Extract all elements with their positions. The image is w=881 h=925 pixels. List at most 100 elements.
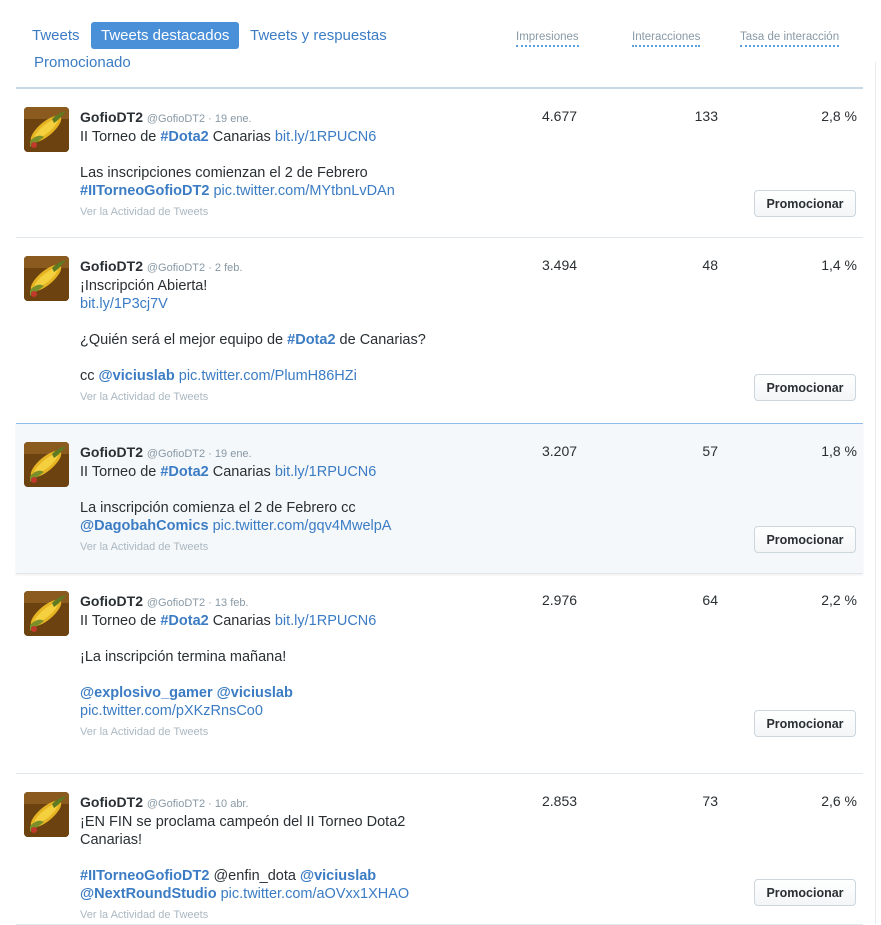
tweet-text: II Torneo de #Dota2 Canarias bit.ly/1RPU… bbox=[80, 128, 460, 200]
tweet-text-segment: II Torneo de bbox=[80, 129, 161, 145]
tab-promocionado[interactable]: Promocionado bbox=[34, 49, 131, 76]
tweet-link[interactable]: bit.ly/1P3cj7V bbox=[80, 296, 168, 312]
author-handle-date[interactable]: @GofioDT2 · 13 feb. bbox=[147, 597, 249, 609]
tweet-hashtag[interactable]: #Dota2 bbox=[160, 464, 208, 480]
tweet-mention[interactable]: @DagobahComics bbox=[80, 518, 209, 534]
engagement-rate-value: 1,4 % bbox=[821, 257, 857, 273]
impressions-value: 4.677 bbox=[542, 108, 578, 124]
tweet-link[interactable]: bit.ly/1RPUCN6 bbox=[275, 613, 377, 629]
promote-button[interactable]: Promocionar bbox=[754, 374, 856, 401]
tweet-hashtag[interactable]: #Dota2 bbox=[287, 332, 335, 348]
avatar[interactable] bbox=[24, 107, 69, 152]
tweet-text: II Torneo de #Dota2 Canarias bit.ly/1RPU… bbox=[80, 463, 460, 535]
tweet-hashtag[interactable]: #IITorneoGofioDT2 bbox=[80, 183, 209, 199]
view-tweet-activity-link[interactable]: Ver la Actividad de Tweets bbox=[80, 540, 460, 554]
tweet-row[interactable]: GofioDT2 @GofioDT2 · 19 ene. II Torneo d… bbox=[16, 423, 863, 574]
author-handle-date[interactable]: @GofioDT2 · 10 abr. bbox=[147, 798, 249, 810]
tweet-text-segment: ¡EN FIN se proclama campeón del II Torne… bbox=[80, 814, 406, 830]
tweet-hashtag[interactable]: #Dota2 bbox=[160, 129, 208, 145]
tweet-row[interactable]: GofioDT2 @GofioDT2 · 2 feb. ¡Inscripción… bbox=[16, 238, 863, 424]
tweet-hashtag[interactable]: #Dota2 bbox=[160, 613, 208, 629]
scrollbar-track[interactable] bbox=[875, 62, 876, 924]
avatar[interactable] bbox=[24, 256, 69, 301]
avatar[interactable] bbox=[24, 591, 69, 636]
tweet-text-segment: Canarias bbox=[208, 129, 275, 145]
column-header-engagement-rate[interactable]: Tasa de interacción bbox=[740, 30, 840, 47]
avatar[interactable] bbox=[24, 442, 69, 487]
tweet-row[interactable]: GofioDT2 @GofioDT2 · 13 feb. II Torneo d… bbox=[16, 573, 863, 774]
corn-avatar-icon bbox=[24, 792, 69, 837]
tweet-mention[interactable]: @viciuslab bbox=[99, 368, 175, 384]
tweet-content: GofioDT2 @GofioDT2 · 19 ene. II Torneo d… bbox=[80, 443, 460, 554]
tab-tweets-y-respuestas[interactable]: Tweets y respuestas bbox=[250, 22, 387, 49]
author-name[interactable]: GofioDT2 bbox=[80, 444, 143, 460]
author-handle-date[interactable]: @GofioDT2 · 19 ene. bbox=[147, 448, 252, 460]
tweet-content: GofioDT2 @GofioDT2 · 19 ene. II Torneo d… bbox=[80, 108, 460, 219]
impressions-value: 3.494 bbox=[542, 257, 578, 273]
author-handle-date[interactable]: @GofioDT2 · 19 ene. bbox=[147, 113, 252, 125]
tweet-hashtag[interactable]: #IITorneoGofioDT2 bbox=[80, 868, 209, 884]
promote-button[interactable]: Promocionar bbox=[754, 190, 856, 217]
column-header-impressions[interactable]: Impresiones bbox=[516, 30, 579, 47]
tweet-text-line: Las inscripciones comienzan el 2 de Febr… bbox=[80, 164, 460, 182]
tweet-text-segment: Canarias! bbox=[80, 832, 143, 848]
interactions-value: 73 bbox=[702, 793, 718, 809]
view-tweet-activity-link[interactable]: Ver la Actividad de Tweets bbox=[80, 390, 460, 404]
tweet-link[interactable]: bit.ly/1RPUCN6 bbox=[275, 129, 377, 145]
column-header-interactions[interactable]: Interacciones bbox=[632, 30, 701, 47]
tweet-row[interactable]: GofioDT2 @GofioDT2 · 10 abr. ¡EN FIN se … bbox=[16, 774, 863, 925]
interactions-value: 57 bbox=[702, 443, 718, 459]
tweet-text-line: II Torneo de #Dota2 Canarias bit.ly/1RPU… bbox=[80, 128, 460, 146]
tweet-link[interactable]: pic.twitter.com/aOVxx1XHAO bbox=[221, 886, 410, 902]
tweet-text-line: @NextRoundStudio pic.twitter.com/aOVxx1X… bbox=[80, 885, 460, 903]
tweet-mention[interactable]: @explosivo_gamer bbox=[80, 685, 213, 701]
tweet-text-line: II Torneo de #Dota2 Canarias bit.ly/1RPU… bbox=[80, 612, 460, 630]
tweet-mention[interactable]: @NextRoundStudio bbox=[80, 886, 217, 902]
tab-tweets[interactable]: Tweets bbox=[32, 22, 80, 49]
author-handle-date[interactable]: @GofioDT2 · 2 feb. bbox=[147, 262, 243, 274]
view-tweet-activity-link[interactable]: Ver la Actividad de Tweets bbox=[80, 908, 460, 922]
tweet-text-segment: Canarias bbox=[208, 613, 275, 629]
tweet-text-line: ¡EN FIN se proclama campeón del II Torne… bbox=[80, 813, 460, 831]
tweet-text-line: ¿Quién será el mejor equipo de #Dota2 de… bbox=[80, 331, 460, 349]
view-tweet-activity-link[interactable]: Ver la Actividad de Tweets bbox=[80, 205, 460, 219]
author-name[interactable]: GofioDT2 bbox=[80, 258, 143, 274]
engagement-rate-value: 2,8 % bbox=[821, 108, 857, 124]
tweet-text: ¡EN FIN se proclama campeón del II Torne… bbox=[80, 813, 460, 903]
tweet-author-line: GofioDT2 @GofioDT2 · 2 feb. bbox=[80, 257, 460, 277]
author-name[interactable]: GofioDT2 bbox=[80, 593, 143, 609]
author-name[interactable]: GofioDT2 bbox=[80, 109, 143, 125]
tweet-text-segment: ¡Inscripción Abierta! bbox=[80, 278, 208, 294]
tweet-text-line: #IITorneoGofioDT2 pic.twitter.com/MYtbnL… bbox=[80, 182, 460, 200]
tweet-text-segment: La inscripción comienza el 2 de Febrero … bbox=[80, 500, 356, 516]
promote-button[interactable]: Promocionar bbox=[754, 526, 856, 553]
author-name[interactable]: GofioDT2 bbox=[80, 794, 143, 810]
avatar[interactable] bbox=[24, 792, 69, 837]
corn-avatar-icon bbox=[24, 107, 69, 152]
tweet-mention[interactable]: @viciuslab bbox=[217, 685, 293, 701]
tweet-mention[interactable]: @viciuslab bbox=[300, 868, 376, 884]
tweet-link[interactable]: pic.twitter.com/pXKzRnsCo0 bbox=[80, 703, 263, 719]
engagement-rate-value: 2,2 % bbox=[821, 592, 857, 608]
tweet-text-segment: ¿Quién será el mejor equipo de bbox=[80, 332, 288, 348]
tab-tweets-destacados[interactable]: Tweets destacados bbox=[91, 22, 240, 49]
tweet-link[interactable]: pic.twitter.com/gqv4MwelpA bbox=[213, 518, 392, 534]
tweet-link[interactable]: pic.twitter.com/MYtbnLvDAn bbox=[213, 183, 394, 199]
promote-button[interactable]: Promocionar bbox=[754, 710, 856, 737]
tweet-link[interactable]: pic.twitter.com/PlumH86HZi bbox=[179, 368, 357, 384]
tweet-content: GofioDT2 @GofioDT2 · 10 abr. ¡EN FIN se … bbox=[80, 793, 460, 922]
tweet-row[interactable]: GofioDT2 @GofioDT2 · 19 ene. II Torneo d… bbox=[16, 89, 863, 238]
tweet-content: GofioDT2 @GofioDT2 · 13 feb. II Torneo d… bbox=[80, 592, 460, 739]
corn-avatar-icon bbox=[24, 442, 69, 487]
interactions-value: 133 bbox=[694, 108, 718, 124]
tweet-author-line: GofioDT2 @GofioDT2 · 19 ene. bbox=[80, 443, 460, 463]
tweet-text-line: Canarias! bbox=[80, 831, 460, 849]
tweet-link[interactable]: bit.ly/1RPUCN6 bbox=[275, 464, 377, 480]
promote-button[interactable]: Promocionar bbox=[754, 879, 856, 906]
view-tweet-activity-link[interactable]: Ver la Actividad de Tweets bbox=[80, 725, 460, 739]
